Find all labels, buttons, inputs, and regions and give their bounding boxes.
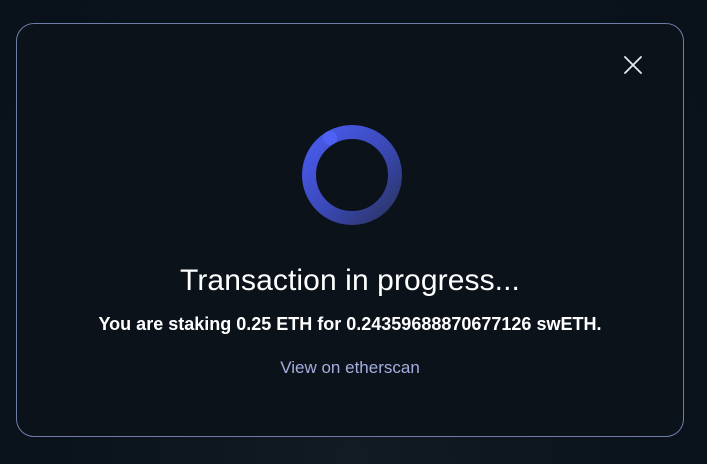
view-on-etherscan-link[interactable]: View on etherscan <box>280 358 420 377</box>
close-icon <box>624 56 642 74</box>
close-button[interactable] <box>621 53 645 77</box>
modal-title: Transaction in progress... <box>180 264 520 297</box>
loading-spinner-icon <box>301 124 403 226</box>
etherscan-link-container: View on etherscan <box>17 358 683 378</box>
transaction-modal: Transaction in progress... You are staki… <box>16 23 684 437</box>
staking-summary: You are staking 0.25 ETH for 0.243596888… <box>98 314 602 334</box>
